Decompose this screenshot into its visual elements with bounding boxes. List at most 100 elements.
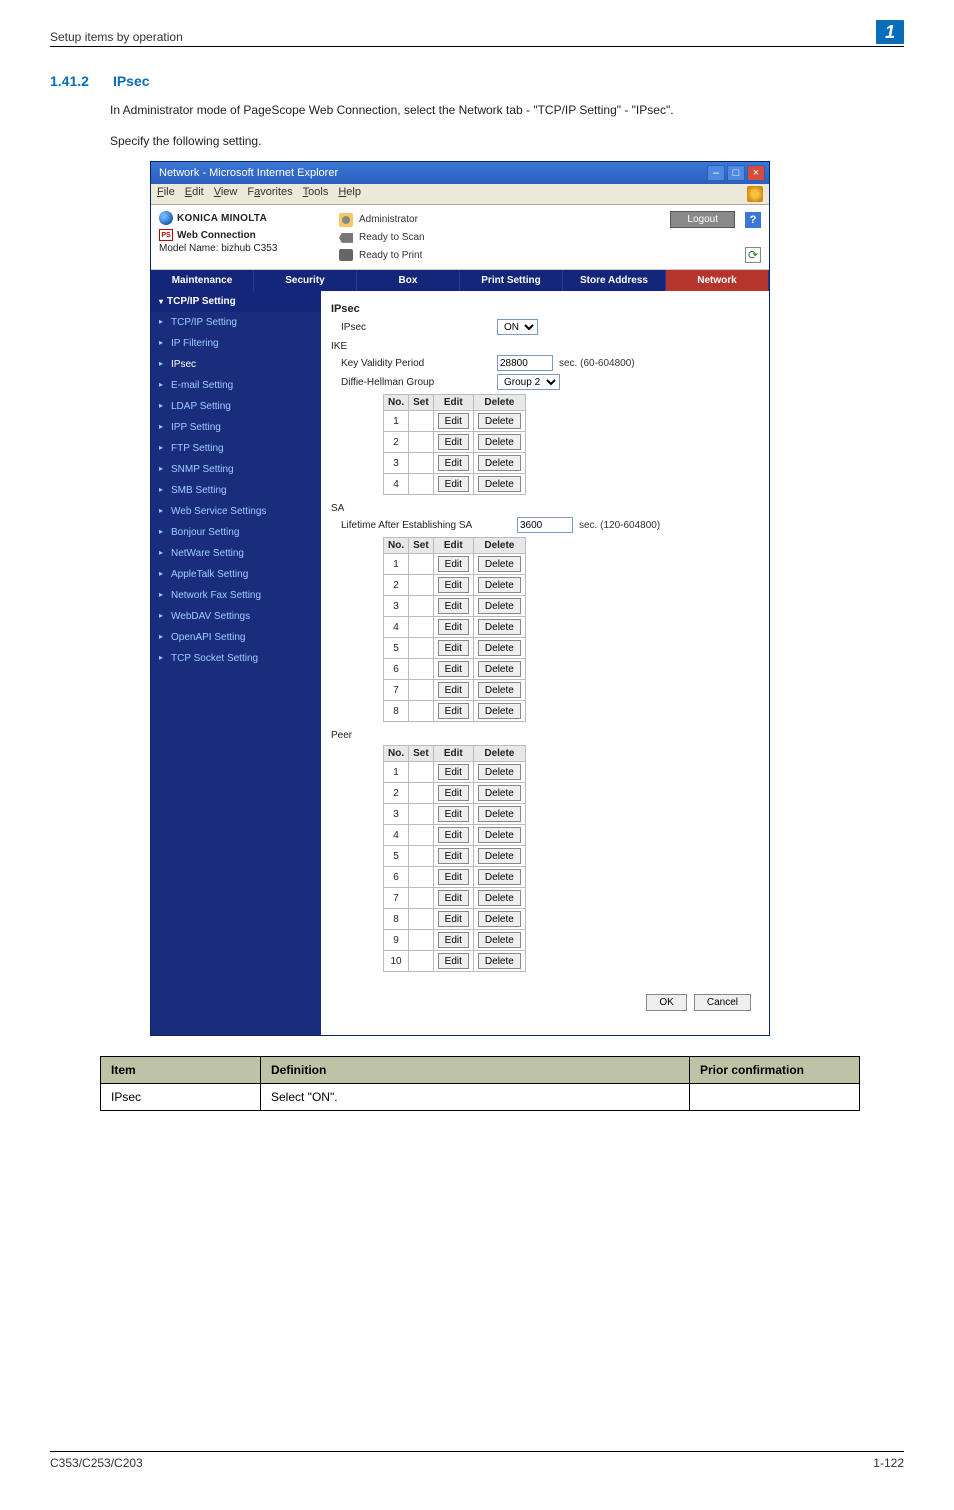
printer-icon <box>339 249 353 261</box>
table-row: 5EditDelete <box>384 638 526 659</box>
close-icon[interactable]: × <box>747 165 765 181</box>
sidebar-item[interactable]: AppleTalk Setting <box>151 564 321 585</box>
table-row: 5EditDelete <box>384 846 526 867</box>
sa-input[interactable] <box>517 517 573 533</box>
edit-button[interactable]: Edit <box>438 682 469 698</box>
sidebar-item[interactable]: OpenAPI Setting <box>151 627 321 648</box>
edit-button[interactable]: Edit <box>438 911 469 927</box>
edit-button[interactable]: Edit <box>438 476 469 492</box>
sa-heading: SA <box>331 503 759 514</box>
delete-button[interactable]: Delete <box>478 413 521 429</box>
delete-button[interactable]: Delete <box>478 890 521 906</box>
td-item: IPsec <box>101 1084 261 1111</box>
ipsec-select[interactable]: ON <box>497 319 538 335</box>
refresh-icon[interactable]: ⟳ <box>745 247 761 263</box>
delete-button[interactable]: Delete <box>478 785 521 801</box>
delete-button[interactable]: Delete <box>478 848 521 864</box>
edit-button[interactable]: Edit <box>438 619 469 635</box>
edit-button[interactable]: Edit <box>438 764 469 780</box>
edit-button[interactable]: Edit <box>438 869 469 885</box>
kvp-input[interactable] <box>497 355 553 371</box>
maximize-icon[interactable]: □ <box>727 165 745 181</box>
edit-button[interactable]: Edit <box>438 455 469 471</box>
delete-button[interactable]: Delete <box>478 619 521 635</box>
edit-button[interactable]: Edit <box>438 598 469 614</box>
delete-button[interactable]: Delete <box>478 953 521 969</box>
sidebar-item[interactable]: Web Service Settings <box>151 501 321 522</box>
tab-store-address[interactable]: Store Address <box>563 270 666 291</box>
edit-button[interactable]: Edit <box>438 890 469 906</box>
tab-network[interactable]: Network <box>666 270 769 291</box>
sidebar-item[interactable]: IP Filtering <box>151 333 321 354</box>
delete-button[interactable]: Delete <box>478 661 521 677</box>
sidebar-item[interactable]: SMB Setting <box>151 480 321 501</box>
minimize-icon[interactable]: – <box>707 165 725 181</box>
delete-button[interactable]: Delete <box>478 577 521 593</box>
ike-table: No. Set Edit Delete 1EditDelete2EditDele… <box>383 394 526 495</box>
edit-button[interactable]: Edit <box>438 953 469 969</box>
delete-button[interactable]: Delete <box>478 827 521 843</box>
help-icon[interactable]: ? <box>745 212 761 228</box>
menu-edit[interactable]: Edit <box>185 186 204 202</box>
sidebar-item[interactable]: Bonjour Setting <box>151 522 321 543</box>
menu-tools[interactable]: Tools <box>303 186 329 202</box>
sidebar-item[interactable]: IPsec <box>151 354 321 375</box>
tab-print-setting[interactable]: Print Setting <box>460 270 563 291</box>
sidebar-item[interactable]: SNMP Setting <box>151 459 321 480</box>
delete-button[interactable]: Delete <box>478 932 521 948</box>
sidebar-item[interactable]: IPP Setting <box>151 417 321 438</box>
sidebar-item[interactable]: TCP/IP Setting <box>151 312 321 333</box>
administrator-icon <box>339 213 353 227</box>
edit-button[interactable]: Edit <box>438 556 469 572</box>
delete-button[interactable]: Delete <box>478 869 521 885</box>
sidebar: TCP/IP Setting TCP/IP SettingIP Filterin… <box>151 291 321 1035</box>
delete-button[interactable]: Delete <box>478 434 521 450</box>
edit-button[interactable]: Edit <box>438 785 469 801</box>
edit-button[interactable]: Edit <box>438 413 469 429</box>
table-row: 4EditDelete <box>384 474 526 495</box>
logout-button[interactable]: Logout <box>670 211 735 228</box>
edit-button[interactable]: Edit <box>438 703 469 719</box>
section-title: IPsec <box>113 73 150 89</box>
menu-view[interactable]: View <box>214 186 238 202</box>
cancel-button[interactable]: Cancel <box>694 994 751 1011</box>
th-item: Item <box>101 1057 261 1084</box>
delete-button[interactable]: Delete <box>478 911 521 927</box>
edit-button[interactable]: Edit <box>438 577 469 593</box>
edit-button[interactable]: Edit <box>438 827 469 843</box>
sidebar-group-tcpip[interactable]: TCP/IP Setting <box>151 291 321 312</box>
sidebar-item[interactable]: E-mail Setting <box>151 375 321 396</box>
sidebar-item[interactable]: Network Fax Setting <box>151 585 321 606</box>
edit-button[interactable]: Edit <box>438 640 469 656</box>
th-edit: Edit <box>433 395 473 411</box>
menu-file[interactable]: File <box>157 186 175 202</box>
section-number: 1.41.2 <box>50 73 89 89</box>
sidebar-item[interactable]: TCP Socket Setting <box>151 648 321 669</box>
delete-button[interactable]: Delete <box>478 703 521 719</box>
delete-button[interactable]: Delete <box>478 598 521 614</box>
tab-security[interactable]: Security <box>254 270 357 291</box>
tab-box[interactable]: Box <box>357 270 460 291</box>
menu-help[interactable]: Help <box>338 186 361 202</box>
edit-button[interactable]: Edit <box>438 848 469 864</box>
sidebar-item[interactable]: NetWare Setting <box>151 543 321 564</box>
delete-button[interactable]: Delete <box>478 682 521 698</box>
sidebar-item[interactable]: FTP Setting <box>151 438 321 459</box>
delete-button[interactable]: Delete <box>478 806 521 822</box>
dh-select[interactable]: Group 2 <box>497 374 560 390</box>
delete-button[interactable]: Delete <box>478 556 521 572</box>
edit-button[interactable]: Edit <box>438 932 469 948</box>
delete-button[interactable]: Delete <box>478 764 521 780</box>
administrator-label: Administrator <box>359 214 418 225</box>
edit-button[interactable]: Edit <box>438 661 469 677</box>
delete-button[interactable]: Delete <box>478 640 521 656</box>
delete-button[interactable]: Delete <box>478 455 521 471</box>
delete-button[interactable]: Delete <box>478 476 521 492</box>
ok-button[interactable]: OK <box>646 994 686 1011</box>
edit-button[interactable]: Edit <box>438 806 469 822</box>
edit-button[interactable]: Edit <box>438 434 469 450</box>
tab-maintenance[interactable]: Maintenance <box>151 270 254 291</box>
sidebar-item[interactable]: LDAP Setting <box>151 396 321 417</box>
menu-favorites[interactable]: Favorites <box>247 186 292 202</box>
sidebar-item[interactable]: WebDAV Settings <box>151 606 321 627</box>
